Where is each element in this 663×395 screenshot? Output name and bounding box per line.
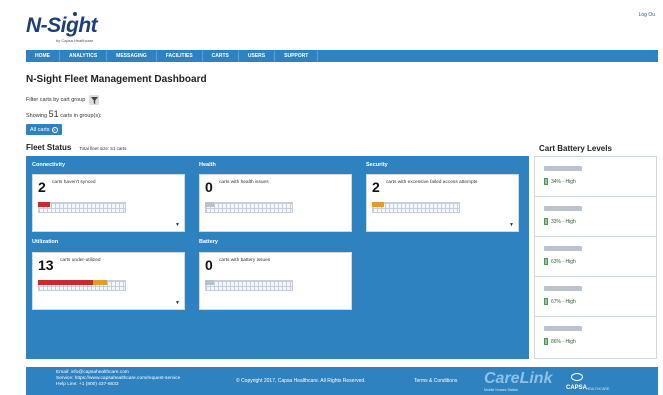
logout-link[interactable]: Log Ou [639,12,655,18]
footer-helpline: Help Line: +1 (800) 437-6633 [56,382,119,387]
showing-count: 51 [48,109,59,119]
battery-list-item[interactable]: 86% - High [535,317,656,357]
card-description: carts under-utilized [60,258,101,263]
showing-prefix: Showing [26,113,48,119]
health-card[interactable]: 0 carts with health issues [199,174,352,232]
footer-copyright: © Copyright 2017, Capsa Healthcare. All … [236,378,366,384]
connectivity-card[interactable]: 2 carts haven't synced ▼ [32,174,185,232]
page-title: N-Sight Fleet Management Dashboard [26,74,207,85]
sort-icon[interactable]: ▼ [175,222,180,228]
filter-row: Filter carts by cart group [26,95,100,105]
cart-name-redacted [544,166,582,171]
nav-analytics[interactable]: ANALYTICS [60,50,108,62]
card-value: 13 [38,257,54,273]
card-grid [372,202,460,213]
logo-dot-icon [73,12,77,16]
cart-name-redacted [544,246,582,251]
battery-card[interactable]: 0 carts with battery issues [199,252,352,310]
card-grid [38,202,126,213]
fleet-size: Total fleet size: 51 carts [79,146,127,151]
close-icon[interactable]: × [51,126,58,133]
utilization-card[interactable]: 13 carts under-utilized ▼ [32,252,185,310]
battery-value: 86% - High [544,338,576,345]
cart-name-redacted [544,326,582,331]
battery-list-item[interactable]: 34% - High [535,157,656,197]
battery-levels-list: 34% - High 33% - High 63% - High 67% - H… [534,156,657,359]
card-description: carts with health issues [219,180,269,185]
battery-icon [544,338,548,345]
section-connectivity: Connectivity [32,162,66,168]
filter-icon[interactable] [89,95,100,105]
card-progress-fill [205,202,214,207]
cart-name-redacted [544,286,582,291]
battery-icon [544,298,548,305]
battery-icon [544,178,548,185]
card-grid [205,202,293,213]
battery-list-item[interactable]: 67% - High [535,277,656,317]
nav-users[interactable]: USERS [239,50,276,62]
card-description: carts with excessive failed access attem… [386,180,478,185]
battery-value: 33% - High [544,218,576,225]
battery-level: 63% - High [551,258,576,265]
nav-carts[interactable]: CARTS [203,50,239,62]
card-progress-fill [205,280,214,285]
section-utilization: Utilization [32,239,59,245]
carelink-subtitle: Mobile Nurses Station [484,388,519,392]
footer: Email: info@capsahealthcare.com Service:… [26,367,658,395]
battery-level: 86% - High [551,338,576,345]
fleet-status-title: Fleet Status [26,143,72,152]
section-battery: Battery [199,239,218,245]
nav-support[interactable]: SUPPORT [275,50,319,62]
n-sight-logo[interactable]: N-Sight by Capsa Healthcare [26,12,136,50]
capsa-subtitle: HEALTHCARE [586,387,610,391]
battery-level: 34% - High [551,178,576,185]
battery-icon [544,258,548,265]
section-health: Health [199,162,216,168]
capsa-logo-icon [571,373,583,381]
card-description: carts haven't synced [52,180,96,185]
battery-value: 63% - High [544,258,576,265]
carelink-logo: CareLink [484,370,553,387]
battery-value: 34% - High [544,178,576,185]
cart-name-redacted [544,206,582,211]
footer-contact: Email: info@capsahealthcare.com Service:… [56,370,180,388]
nav-home[interactable]: HOME [26,50,60,62]
card-value: 2 [372,179,380,195]
showing-suffix: carts in group(s): [60,113,102,119]
card-value: 0 [205,257,213,273]
battery-icon [544,218,548,225]
chip-label: All carts [30,126,50,133]
filter-label: Filter carts by cart group [26,97,86,103]
showing-text: Showing 51 carts in group(s): [26,109,101,119]
card-progress-fill [38,202,50,207]
card-description: carts with battery issues [219,258,271,263]
battery-value: 67% - High [544,298,576,305]
fleet-status-panel: Connectivity 2 carts haven't synced ▼ He… [26,156,529,359]
cart-group-chip[interactable]: All carts × [26,124,62,135]
battery-list-item[interactable]: 63% - High [535,237,656,277]
logo-text: N-Sight [26,14,98,37]
battery-level: 67% - High [551,298,576,305]
battery-level: 33% - High [551,218,576,225]
nav-messaging[interactable]: MESSAGING [107,50,157,62]
capsa-logo: CAPSA [566,385,588,391]
main-nav: HOME ANALYTICS MESSAGING FACILITIES CART… [26,50,658,62]
sort-icon[interactable]: ▼ [175,300,180,306]
card-progress-fill [372,202,384,207]
section-security: Security [366,162,388,168]
battery-levels-title: Cart Battery Levels [539,144,612,153]
card-value: 2 [38,179,46,195]
terms-link[interactable]: Terms & Conditions [414,378,457,384]
card-value: 0 [205,179,213,195]
card-progress-fill-secondary [93,280,107,285]
battery-list-item[interactable]: 33% - High [535,197,656,237]
card-grid [205,280,293,291]
fleet-status-header: Fleet Status Total fleet size: 51 carts [26,143,126,152]
security-card[interactable]: 2 carts with excessive failed access att… [366,174,519,232]
logo-subtitle: by Capsa Healthcare [56,38,94,43]
sort-icon[interactable]: ▼ [509,222,514,228]
nav-facilities[interactable]: FACILITIES [157,50,203,62]
